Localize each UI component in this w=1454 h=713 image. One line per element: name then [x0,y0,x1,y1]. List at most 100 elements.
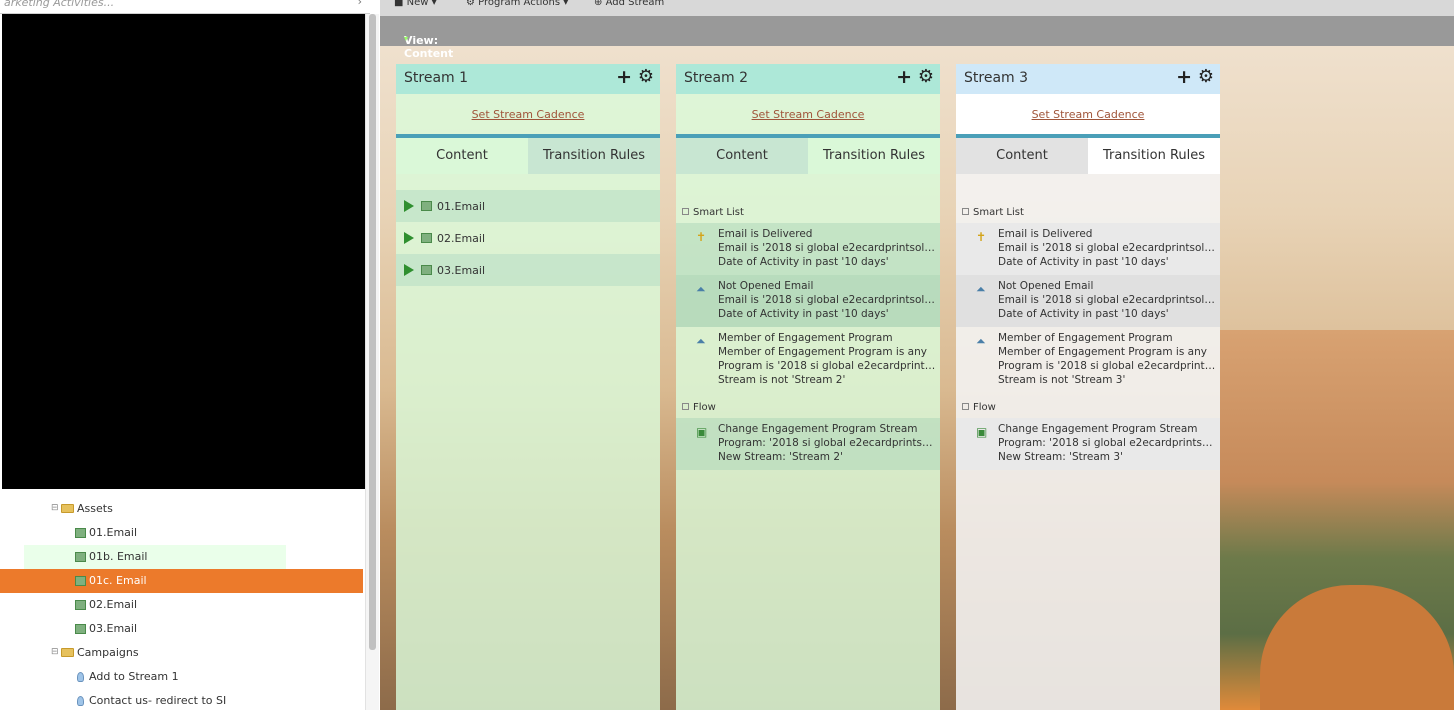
stream-content-item[interactable]: 03.Email [396,254,660,286]
rule-detail: Stream is not 'Stream 2' [718,374,846,386]
stream-title: Stream 3 [964,70,1029,86]
scrollbar-thumb[interactable] [369,14,376,650]
set-stream-cadence-link[interactable]: Set Stream Cadence [396,108,660,121]
cadence-row: Set Stream Cadence [956,94,1220,134]
flow-name: Change Engagement Program Stream [998,423,1198,435]
stream-content-item[interactable]: 02.Email [396,222,660,254]
stream-header: Stream 3 + ⚙ [956,64,1220,94]
add-stream-button[interactable]: ⊕ Add Stream [594,0,664,8]
flow-step[interactable]: ▣ Change Engagement Program Stream Progra… [956,418,1220,470]
play-icon[interactable] [404,232,414,244]
tree-item-email[interactable]: 01.Email [0,521,365,545]
add-content-icon[interactable]: + [616,67,632,87]
tree-item-email[interactable]: 02.Email [0,593,365,617]
email-asset-icon [421,233,432,243]
rule-detail: Date of Activity in past '10 days' [718,256,889,268]
add-content-icon[interactable]: + [896,67,912,87]
tree-label: 01c. Email [89,574,147,587]
left-scrollbar[interactable] [365,14,379,710]
filter-rule[interactable]: ⏶ Not Opened Email Email is '2018 si glob… [956,275,1220,327]
tree-item-email-hover[interactable]: 01b. Email [24,545,286,569]
filter-rule[interactable]: ⏶ Member of Engagement Program Member of … [676,327,940,393]
set-stream-cadence-link[interactable]: Set Stream Cadence [956,108,1220,121]
gear-icon[interactable]: ⚙ [1198,67,1214,87]
rule-detail: Program is '2018 si global e2ecardprints… [718,360,936,372]
section-label: Smart List [973,207,1024,218]
set-stream-cadence-link[interactable]: Set Stream Cadence [676,108,940,121]
play-icon[interactable] [404,264,414,276]
smart-list-section[interactable]: Smart List [962,207,1024,218]
tree-label: 01b. Email [89,550,148,563]
gear-icon[interactable]: ⚙ [918,67,934,87]
collapse-toggle-icon[interactable] [682,207,689,215]
stream-tabs: Content Transition Rules [396,134,660,174]
redacted-area [2,14,365,489]
rule-detail: Email is '2018 si global e2ecardprintsol… [998,294,1216,306]
filter-rule[interactable]: ⏶ Member of Engagement Program Member of … [956,327,1220,393]
stream-tabs: Content Transition Rules [956,134,1220,174]
stream-title: Stream 1 [404,70,469,86]
trigger-rule[interactable]: ✝ Email is Delivered Email is '2018 si gl… [676,223,940,275]
flow-step[interactable]: ▣ Change Engagement Program Stream Progra… [676,418,940,470]
stream-column-1: Stream 1 + ⚙ Set Stream Cadence Content … [396,64,660,710]
rule-detail: Member of Engagement Program is any [718,346,927,358]
stream-header: Stream 1 + ⚙ [396,64,660,94]
view-dropdown-icon[interactable]: ▾ [404,34,408,43]
rule-detail: Date of Activity in past '10 days' [718,308,889,320]
chevron-right-icon[interactable]: › [358,0,362,8]
lightbulb-icon [77,672,84,682]
rule-detail: Date of Activity in past '10 days' [998,256,1169,268]
tab-transition-rules[interactable]: Transition Rules [528,138,660,174]
tab-transition-rules[interactable]: Transition Rules [1088,138,1220,174]
section-label: Flow [973,402,996,413]
tree-item-campaign[interactable]: Contact us- redirect to SI [0,689,365,713]
left-nav-panel: arketing Activities... › ⊟ Assets 01.Ema… [0,0,380,710]
tab-content[interactable]: Content [956,138,1088,174]
tree-label: 02.Email [89,598,138,611]
collapse-toggle-icon[interactable] [962,207,969,215]
stream-content-item[interactable]: 01.Email [396,190,660,222]
rule-detail: Email is '2018 si global e2ecardprintsol… [718,294,936,306]
tab-content[interactable]: Content [396,138,528,174]
flow-step-icon: ▣ [696,425,708,439]
stream-title: Stream 2 [684,70,749,86]
flow-detail: New Stream: 'Stream 2' [718,451,843,463]
filter-rule[interactable]: ⏶ Not Opened Email Email is '2018 si glob… [676,275,940,327]
tree-item-email-selected[interactable]: 01c. Email [0,569,363,593]
toolbar: ■ New ▾ ⚙ Program Actions ▾ ⊕ Add Stream [380,0,1454,16]
collapse-toggle-icon[interactable] [682,402,689,410]
program-actions-button[interactable]: ⚙ Program Actions ▾ [466,0,568,8]
stream-header: Stream 2 + ⚙ [676,64,940,94]
gear-icon[interactable]: ⚙ [638,67,654,87]
trigger-bolt-icon: ✝ [696,230,707,244]
tree-item-email[interactable]: 03.Email [0,617,365,641]
trigger-rule[interactable]: ✝ Email is Delivered Email is '2018 si gl… [956,223,1220,275]
collapse-toggle-icon[interactable]: ⊟ [51,647,59,657]
tree-label: Assets [77,502,113,515]
tree-folder-campaigns[interactable]: ⊟ Campaigns [0,641,365,665]
tab-content[interactable]: Content [676,138,808,174]
rule-detail: Member of Engagement Program is any [998,346,1207,358]
tab-transition-rules[interactable]: Transition Rules [808,138,940,174]
rule-detail: Stream is not 'Stream 3' [998,374,1126,386]
program-tree: ⊟ Assets 01.Email 01b. Email 01c. Email … [0,497,365,713]
add-content-icon[interactable]: + [1176,67,1192,87]
tree-folder-assets[interactable]: ⊟ Assets [0,497,365,521]
filter-icon: ⏶ [696,282,706,296]
flow-section[interactable]: Flow [682,402,716,413]
tree-item-campaign[interactable]: Add to Stream 1 [0,665,365,689]
rule-name: Member of Engagement Program [718,332,893,344]
collapse-toggle-icon[interactable]: ⊟ [51,503,59,513]
flow-detail: New Stream: 'Stream 3' [998,451,1123,463]
lightbulb-icon [77,696,84,706]
new-button[interactable]: ■ New ▾ [394,0,437,8]
flow-section[interactable]: Flow [962,402,996,413]
tree-label: Campaigns [77,646,139,659]
tree-search-bar[interactable]: arketing Activities... › [0,0,370,14]
tree-search-value: arketing Activities... [4,0,115,9]
smart-list-section[interactable]: Smart List [682,207,744,218]
play-icon[interactable] [404,200,414,212]
collapse-toggle-icon[interactable] [962,402,969,410]
rule-name: Email is Delivered [998,228,1093,240]
folder-icon [61,504,74,513]
